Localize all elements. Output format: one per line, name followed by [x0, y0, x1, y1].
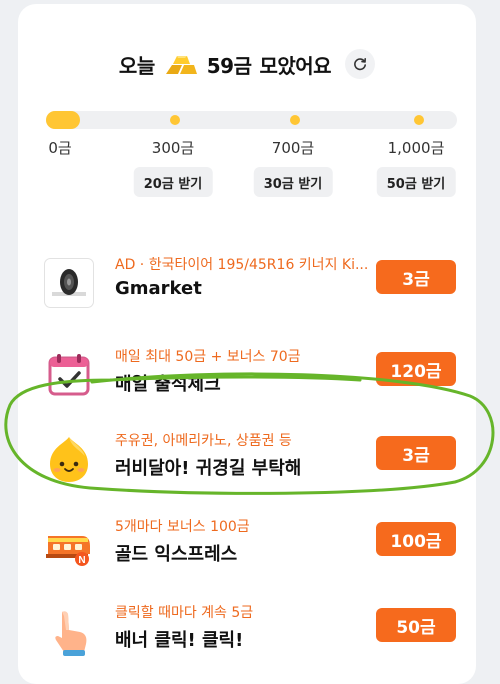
collected-amount: 59금	[206, 53, 252, 78]
reward-button[interactable]: 120금	[376, 352, 456, 386]
train-icon: N	[44, 520, 94, 570]
svg-text:N: N	[78, 555, 85, 566]
reward-button[interactable]: 3금	[376, 260, 456, 294]
claim-50-button[interactable]: 50금 받기	[376, 167, 456, 197]
header-prefix: 오늘	[118, 53, 155, 78]
list-item-attendance[interactable]: 매일 최대 50금 + 보너스 70금 매일 출석체크 120금	[18, 342, 476, 412]
refresh-button[interactable]	[345, 49, 376, 79]
item-subtitle: 매일 최대 50금 + 보너스 70금	[115, 349, 301, 365]
milestone-label-0: 0금	[48, 139, 72, 157]
rewards-card: 오늘 59금 모았어요 0금 300금 700금 1,000금 20금 받기 3…	[18, 4, 476, 684]
item-title: Gmarket	[115, 278, 202, 299]
item-title: 러비달아! 귀경길 부탁해	[115, 458, 302, 479]
header-suffix: 모았어요	[259, 53, 332, 78]
milestone-label-1000: 1,000금	[387, 139, 445, 157]
list-item-gold-express[interactable]: N 5개마다 보너스 100금 골드 익스프레스 100금	[18, 512, 476, 582]
item-subtitle: AD · 한국타이어 195/45R16 키너지 Ki...	[115, 257, 369, 273]
daily-summary-header: 오늘 59금 모았어요	[18, 44, 476, 84]
milestone-label-700: 700금	[271, 139, 315, 157]
item-title: 매일 출석체크	[115, 374, 221, 395]
item-subtitle: 주유권, 아메리카노, 상품권 등	[115, 433, 292, 449]
progress-track	[46, 111, 457, 129]
tire-icon	[44, 258, 94, 308]
reward-button[interactable]: 3금	[376, 436, 456, 470]
item-subtitle: 클릭할 때마다 계속 5금	[115, 605, 254, 621]
reward-button[interactable]: 100금	[376, 522, 456, 556]
claim-20-button[interactable]: 20금 받기	[133, 167, 213, 197]
milestone-dot-700	[290, 115, 300, 125]
item-subtitle: 5개마다 보너스 100금	[115, 519, 250, 535]
milestone-label-300: 300금	[151, 139, 195, 157]
list-item-gmarket[interactable]: AD · 한국타이어 195/45R16 키너지 Ki... Gmarket 3…	[18, 250, 476, 320]
lemon-character-icon	[44, 434, 94, 484]
calendar-check-icon	[44, 350, 94, 400]
reward-button[interactable]: 50금	[376, 608, 456, 642]
milestone-dot-300	[170, 115, 180, 125]
claim-30-button[interactable]: 30금 받기	[253, 167, 333, 197]
refresh-icon	[354, 57, 367, 71]
pointing-hand-icon	[44, 606, 94, 656]
item-title: 골드 익스프레스	[115, 544, 238, 565]
list-item-lemon-event[interactable]: 주유권, 아메리카노, 상품권 등 러비달아! 귀경길 부탁해 3금	[18, 426, 476, 496]
list-item-banner-click[interactable]: 클릭할 때마다 계속 5금 배너 클릭! 클릭! 50금	[18, 598, 476, 668]
progress-fill	[46, 111, 80, 129]
milestone-dot-1000	[414, 115, 424, 125]
item-title: 배너 클릭! 클릭!	[115, 630, 244, 651]
gold-bars-icon	[163, 52, 199, 76]
